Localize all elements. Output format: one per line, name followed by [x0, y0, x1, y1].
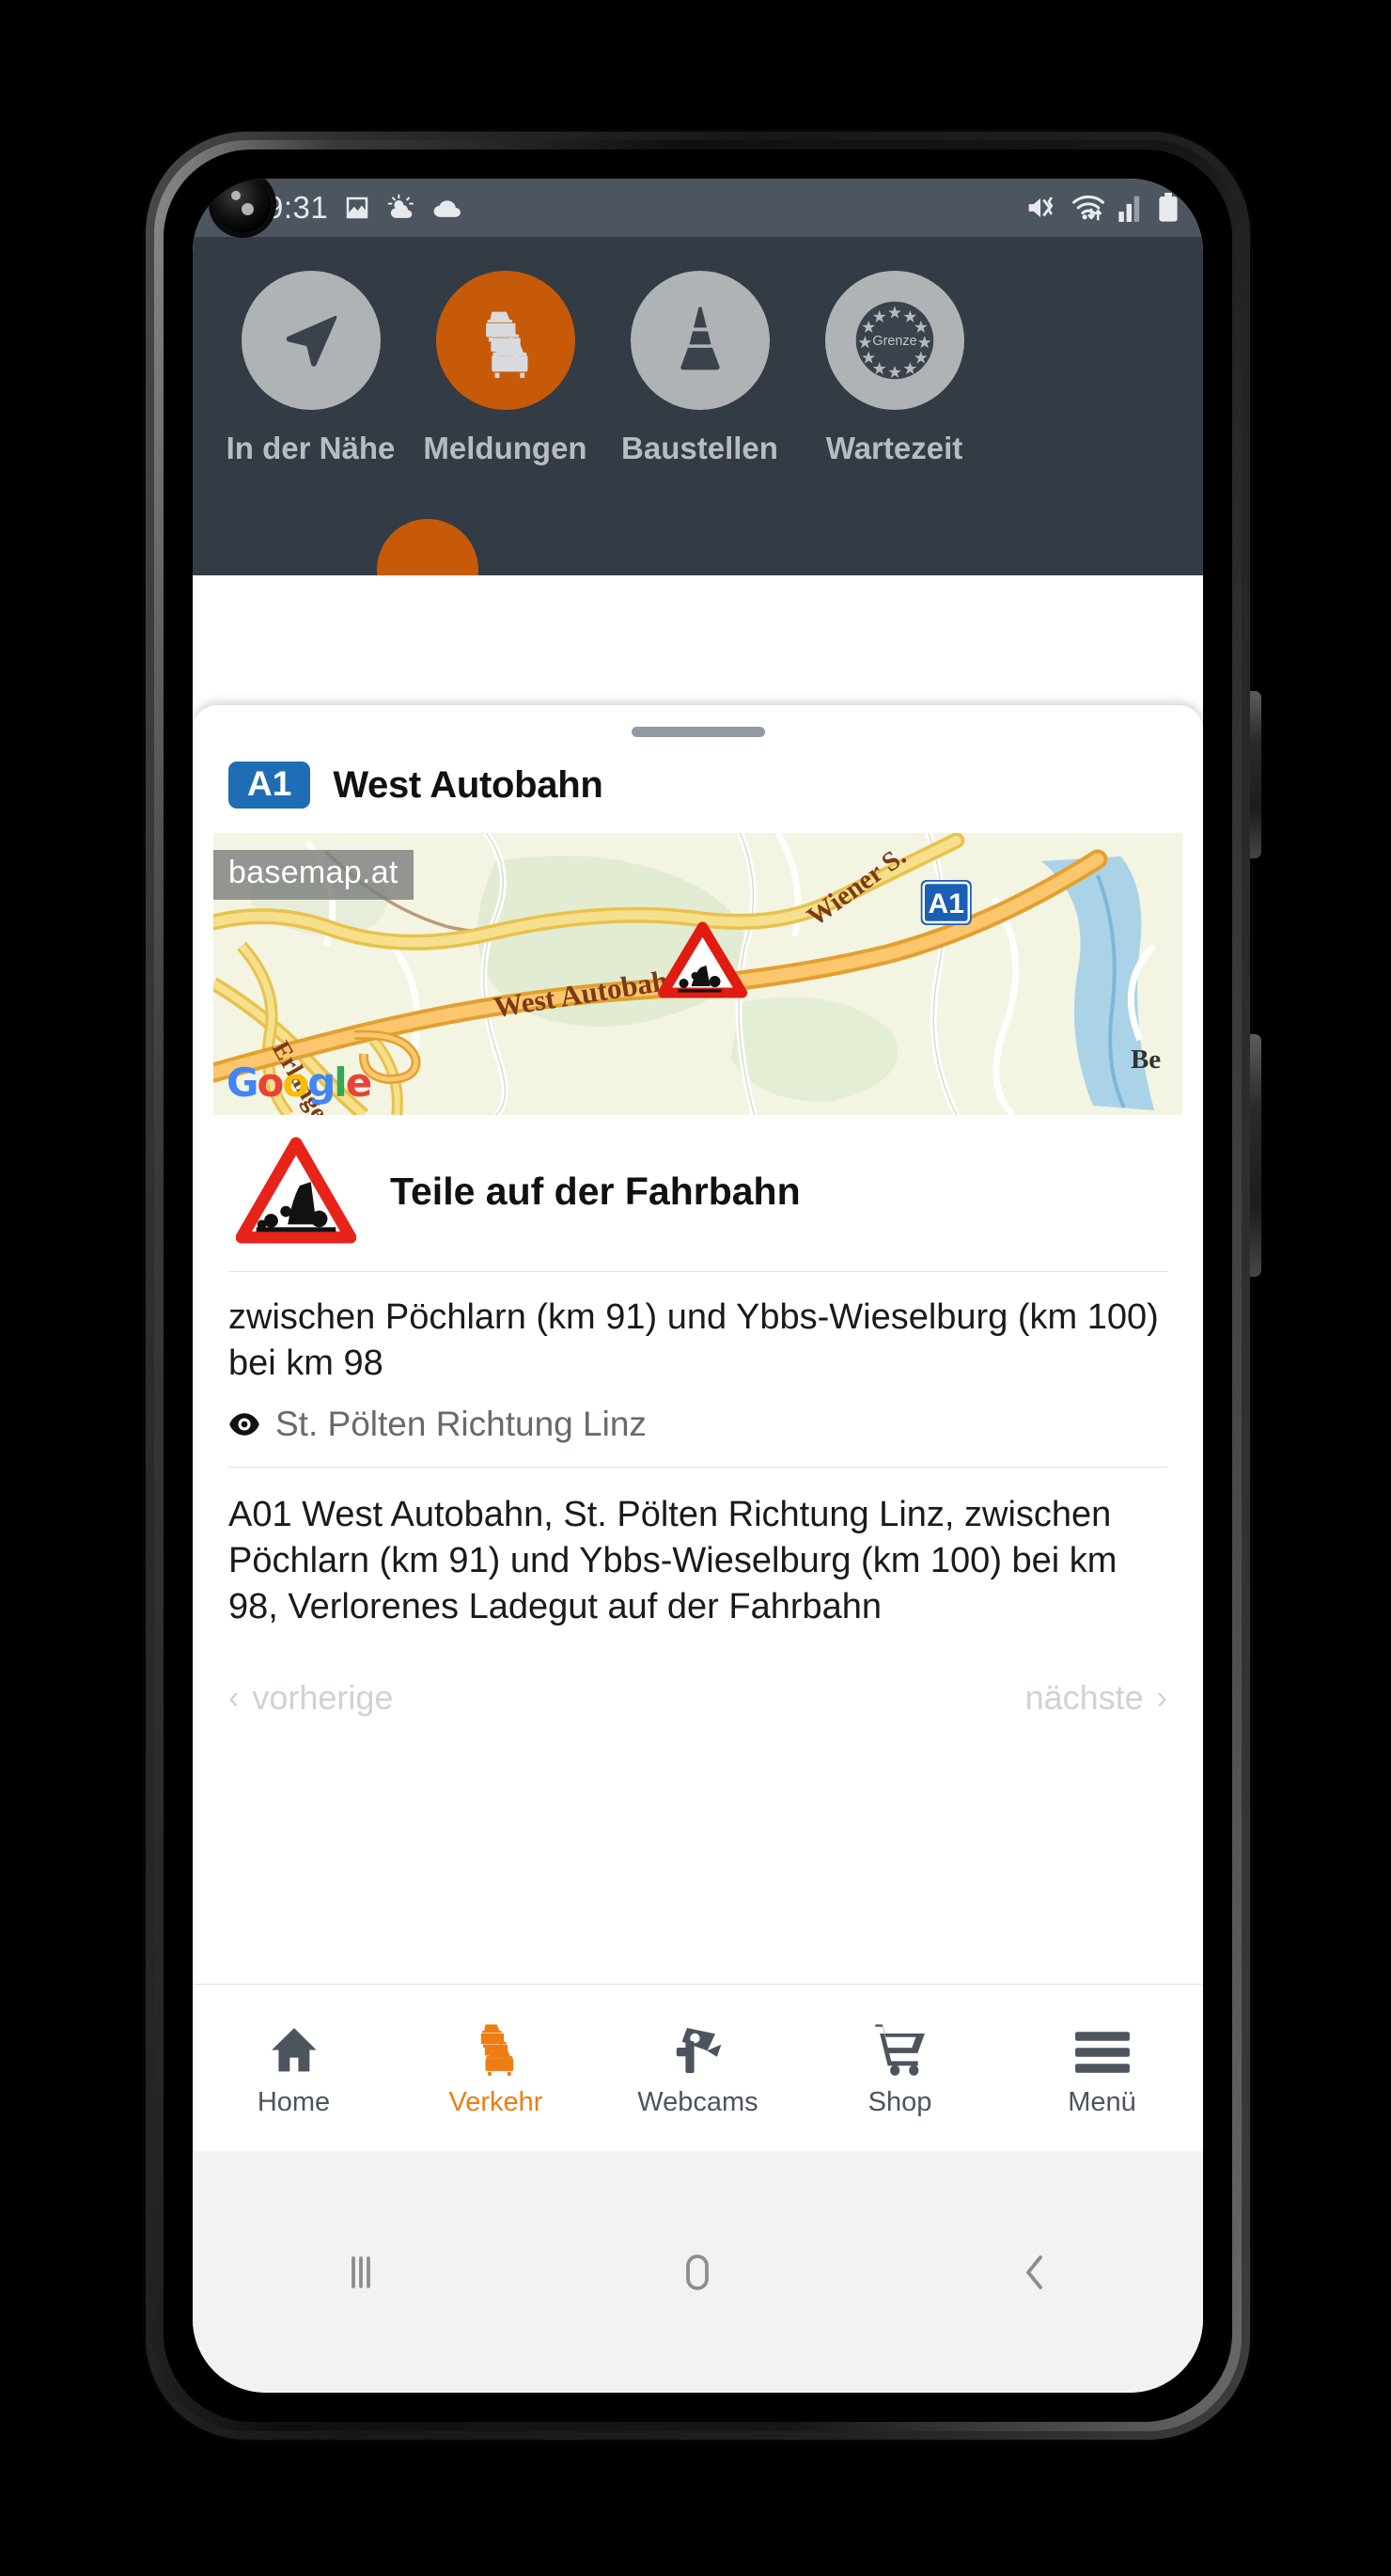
back-button[interactable] — [867, 2250, 1203, 2295]
status-bar: 9:31 — [193, 179, 1203, 237]
svg-text:A1: A1 — [929, 888, 964, 919]
category-label: Meldungen — [423, 431, 587, 465]
mute-vibrate-icon — [1028, 196, 1054, 219]
incident-map[interactable]: Wiener S. West Autobahn Erlanger S. Be A… — [213, 833, 1182, 1115]
incident-location-block: zwischen Pöchlarn (km 91) und Ybbs-Wiese… — [193, 1272, 1203, 1467]
battery-icon — [1159, 193, 1178, 222]
wifi-icon — [1072, 195, 1104, 221]
incident-description-block: A01 West Autobahn, St. Pölten Richtung L… — [193, 1468, 1203, 1629]
bottom-tab-bar: Home Verkehr Webcams Shop Menü — [193, 1984, 1203, 2151]
road-name: West Autobahn — [333, 763, 603, 806]
tab-webcams[interactable]: Webcams — [597, 1985, 799, 2151]
volume-button[interactable] — [1250, 691, 1261, 858]
category-circle — [435, 271, 575, 410]
map-road-shield: A1 — [920, 880, 972, 925]
previous-incident-label: vorherige — [252, 1678, 394, 1718]
weather-partly-sunny-icon — [387, 194, 414, 218]
category-item-baustellen[interactable]: Baustellen — [602, 271, 797, 466]
back-icon — [1025, 2254, 1042, 2289]
category-item-wartezeit[interactable]: Grenze Wartezeit — [797, 271, 992, 466]
eye-icon — [229, 1413, 259, 1437]
incident-pager: ‹ vorherige nächste › — [193, 1629, 1203, 1718]
incident-description-text: A01 West Autobahn, St. Pölten Richtung L… — [228, 1495, 1117, 1626]
front-camera-cutout — [213, 179, 272, 233]
tab-menu[interactable]: Menü — [1001, 1985, 1203, 2151]
tab-shop[interactable]: Shop — [799, 1985, 1001, 2151]
hamburger-menu-icon — [1074, 2032, 1130, 2073]
category-circle — [241, 271, 381, 410]
incident-header: Teile auf der Fahrbahn — [193, 1115, 1203, 1271]
tab-label: Home — [257, 2087, 331, 2117]
navigation-arrow-icon — [286, 315, 336, 367]
home-button[interactable] — [529, 2250, 866, 2295]
tab-icon — [268, 2018, 320, 2076]
incident-detail-card: A1 West Autobahn Wiener S. West Autobahn… — [193, 705, 1203, 1984]
phone-screen: 9:31 In der Nähe Meldungen Baustellen Gr… — [193, 179, 1203, 2393]
recents-icon — [352, 2255, 371, 2288]
category-circle-peek — [377, 519, 478, 575]
border-grenze-icon: Grenze — [855, 301, 933, 380]
next-incident-button[interactable]: nächste › — [1025, 1678, 1167, 1718]
svg-text:Grenze: Grenze — [872, 334, 916, 349]
category-item-meldungen[interactable]: Meldungen — [408, 271, 602, 466]
previous-incident-button[interactable]: ‹ vorherige — [228, 1678, 393, 1718]
sheet-drag-handle[interactable] — [631, 727, 765, 737]
card-title-row: A1 West Autobahn — [193, 737, 1203, 809]
tab-label: Verkehr — [448, 2087, 543, 2117]
tab-verkehr[interactable]: Verkehr — [395, 1985, 597, 2151]
tab-label: Menü — [1068, 2087, 1136, 2117]
tab-home[interactable]: Home — [193, 1985, 395, 2151]
tab-icon — [468, 2018, 524, 2076]
tab-icon — [670, 2018, 727, 2076]
recents-button[interactable] — [193, 2250, 529, 2295]
next-incident-label: nächste — [1024, 1678, 1144, 1718]
category-circle — [630, 271, 770, 410]
traffic-jam-icon — [485, 311, 527, 378]
category-label: Baustellen — [621, 431, 778, 465]
category-circle: Grenze — [824, 271, 964, 410]
app-header: In der Nähe Meldungen Baustellen Grenze … — [193, 237, 1203, 575]
status-right-icons — [1026, 193, 1179, 223]
tab-label: Webcams — [637, 2087, 758, 2117]
chevron-right-icon: › — [1156, 1679, 1167, 1716]
signal-bars-icon — [1118, 196, 1140, 222]
tab-icon — [1073, 2018, 1132, 2076]
status-time: 9:31 — [266, 190, 329, 225]
home-icon — [686, 2254, 710, 2290]
debris-warning-triangle-icon — [236, 1137, 356, 1244]
category-label: In der Nähe — [226, 431, 396, 465]
incident-location-text: zwischen Pöchlarn (km 91) und Ybbs-Wiese… — [228, 1297, 1159, 1383]
category-label: Wartezeit — [825, 431, 963, 465]
power-button[interactable] — [1250, 1034, 1261, 1277]
category-row: In der Nähe Meldungen Baustellen Grenze … — [193, 237, 1203, 466]
shopping-cart-icon — [874, 2024, 925, 2076]
road-badge: A1 — [228, 762, 311, 809]
incident-direction-text: St. Pölten Richtung Linz — [275, 1405, 647, 1444]
map-watermark: basemap.at — [213, 850, 414, 900]
tab-icon — [873, 2018, 928, 2076]
svg-text:Be: Be — [1131, 1045, 1161, 1075]
chevron-left-icon: ‹ — [228, 1679, 240, 1716]
home-icon — [271, 2028, 317, 2072]
traffic-jam-icon — [480, 2024, 513, 2076]
category-item-in-der-naehe[interactable]: In der Nähe — [213, 271, 408, 466]
incident-title: Teile auf der Fahrbahn — [390, 1169, 801, 1213]
google-attribution-logo: Google — [227, 1060, 372, 1106]
incident-direction-row: St. Pölten Richtung Linz — [228, 1405, 1167, 1444]
webcam-icon — [676, 2028, 721, 2073]
android-navigation-bar — [193, 2151, 1203, 2393]
image-icon — [346, 196, 368, 219]
status-left-icons — [343, 194, 463, 222]
traffic-cone-icon — [680, 306, 720, 370]
cloud-icon — [433, 200, 461, 217]
tab-label: Shop — [867, 2087, 932, 2117]
